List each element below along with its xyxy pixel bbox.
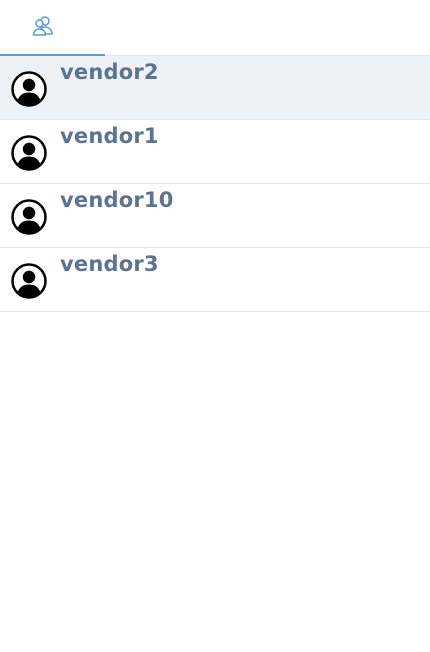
tab-bar [0,0,430,57]
list-item[interactable]: vendor3 [0,248,430,312]
list-item[interactable]: vendor10 [0,184,430,248]
user-avatar-icon [11,71,47,107]
user-avatar-icon [11,263,47,299]
contact-name: vendor10 [60,188,174,212]
contact-name: vendor3 [60,252,159,276]
tab-contacts[interactable] [0,0,105,57]
contact-list: vendor2 vendor1 vendor10 vendor3 [0,56,430,312]
user-avatar-icon [11,135,47,171]
contact-name: vendor1 [60,124,159,148]
users-icon [32,16,53,36]
user-avatar-icon [11,199,47,235]
list-item[interactable]: vendor2 [0,56,430,120]
contact-name: vendor2 [60,60,159,84]
list-item[interactable]: vendor1 [0,120,430,184]
